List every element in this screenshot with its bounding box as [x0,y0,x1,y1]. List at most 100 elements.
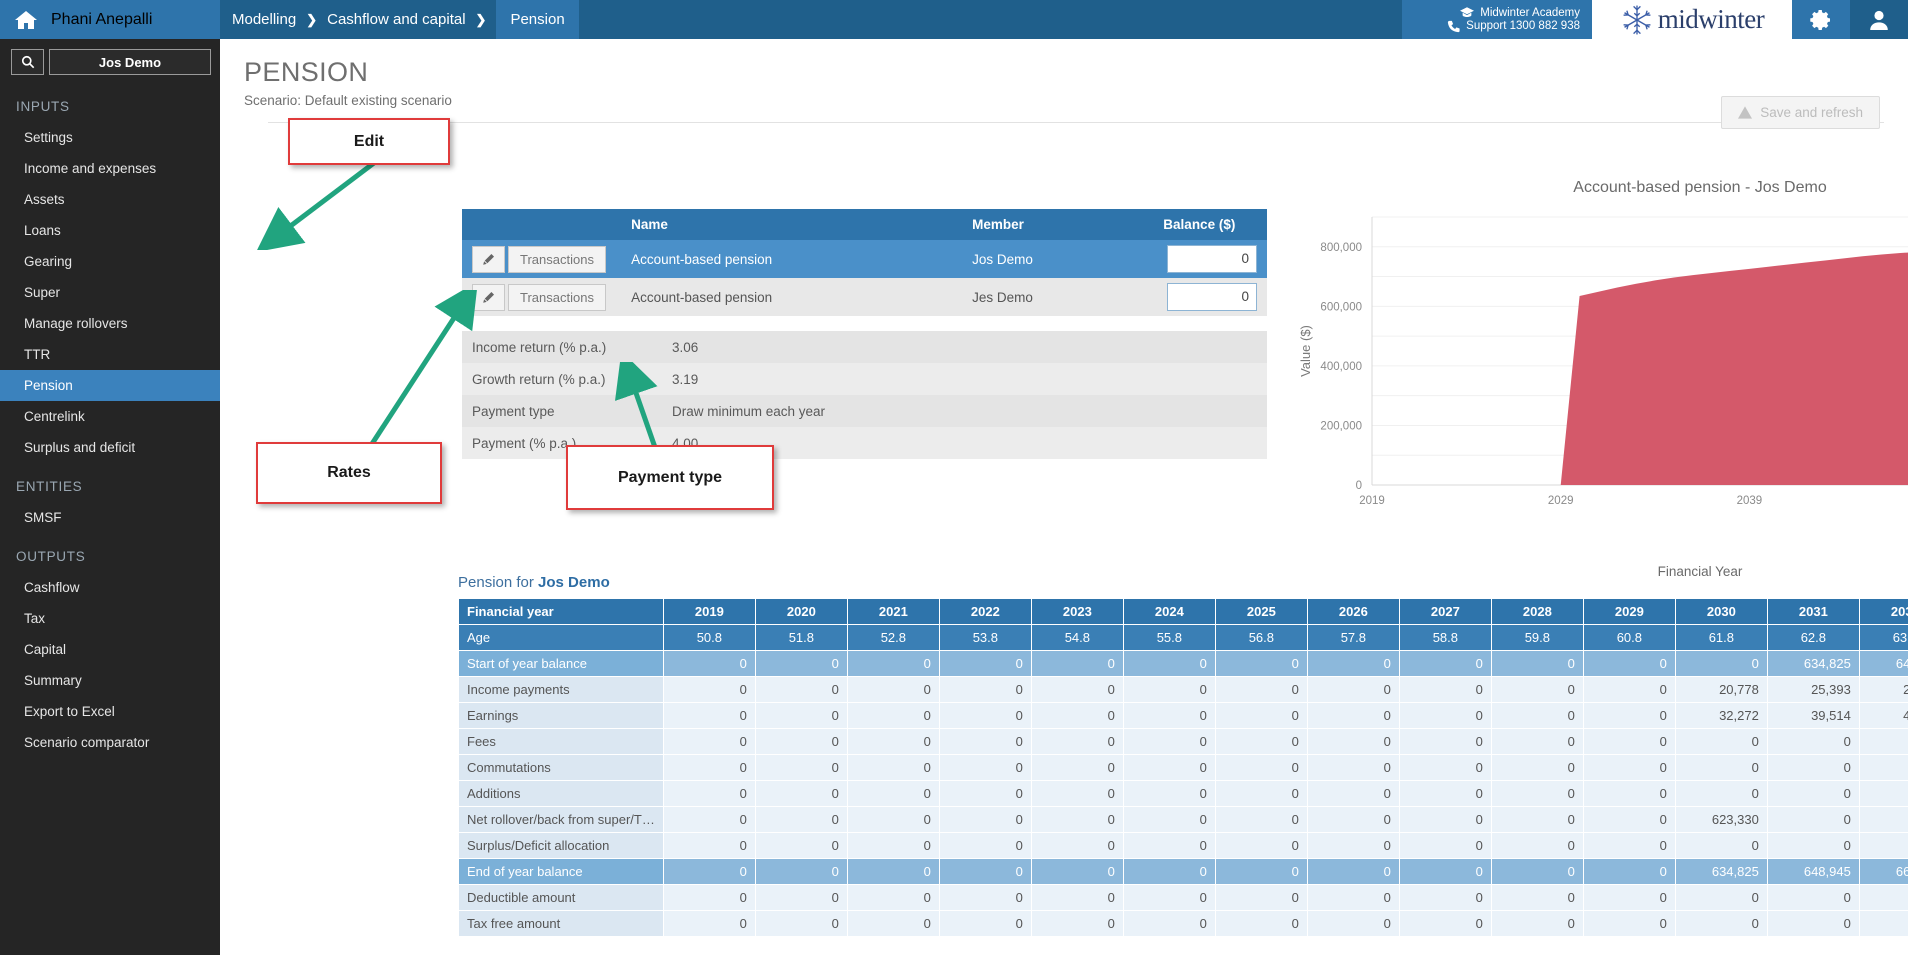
user-account-button[interactable] [1850,0,1908,39]
pension-projection-table: Financial year 2019 2020 2021 2022 2023 2024 20… [458,598,1908,937]
projection-row: Fees00000000000000 [458,728,1908,755]
transactions-button[interactable]: Transactions [508,245,606,273]
balance-input[interactable]: 0 [1167,283,1257,311]
projection-cell: 0 [1030,702,1124,729]
projection-cell: 0 [1674,728,1768,755]
projection-cell: 0 [1122,806,1216,833]
breadcrumb-item-cashflow-and-capital[interactable]: Cashflow and capital [327,11,465,28]
sidebar-item-scenario-comparator[interactable]: Scenario comparator [0,727,220,758]
projection-cell: 0 [1306,858,1400,885]
sidebar-item-export-to-excel[interactable]: Export to Excel [0,696,220,727]
breadcrumb: Modelling ❯ Cashflow and capital ❯ Pensi… [220,0,1402,39]
projection-cell: 0 [1674,754,1768,781]
annotation-label-rates: Rates [256,442,442,504]
projection-row-label: Earnings [458,702,664,729]
snowflake-icon [1623,5,1651,34]
search-icon[interactable] [11,49,44,75]
sidebar-item-surplus-and-deficit[interactable]: Surplus and deficit [0,432,220,463]
breadcrumb-item-pension[interactable]: Pension [496,0,579,39]
sidebar-item-gearing[interactable]: Gearing [0,246,220,277]
detail-value: Draw minimum each year [662,395,1267,427]
sidebar-item-centrelink[interactable]: Centrelink [0,401,220,432]
pencil-edit-icon[interactable] [472,283,505,311]
transactions-button[interactable]: Transactions [508,283,606,311]
pension-row[interactable]: Transactions Account-based pension Jes Dem… [462,278,1267,316]
projection-cell: 0 [1858,780,1908,807]
sidebar-item-settings[interactable]: Settings [0,122,220,153]
pension-row[interactable]: Transactions Account-based pension Jos Dem… [462,240,1267,278]
logo-wordmark: midwinter [1657,4,1765,34]
sidebar-item-summary[interactable]: Summary [0,665,220,696]
sidebar-item-assets[interactable]: Assets [0,184,220,215]
projection-cell: 0 [1766,910,1860,937]
projection-cell: 54.8 [1030,624,1124,651]
midwinter-academy-link[interactable]: Midwinter Academy [1460,7,1580,19]
projection-cell: 25,393 [1766,676,1860,703]
projection-cell: 0 [846,910,940,937]
projection-cell: 0 [1858,884,1908,911]
projection-cell: 0 [662,676,756,703]
projection-cell: 0 [938,806,1032,833]
projection-cell: 0 [1122,858,1216,885]
sidebar-item-ttr[interactable]: TTR [0,339,220,370]
chevron-right-icon: ❯ [475,11,487,27]
projection-cell: 0 [1398,780,1492,807]
projection-cell: 0 [1214,728,1308,755]
projection-cell: 53.8 [938,624,1032,651]
projection-cell: 0 [1030,728,1124,755]
sidebar-item-smsf[interactable]: SMSF [0,502,220,533]
projection-cell: 0 [1214,832,1308,859]
projection-cell: 0 [754,806,848,833]
projection-cell: 0 [1858,806,1908,833]
sidebar: Jos Demo INPUTS Settings Income and expens… [0,39,220,955]
sidebar-item-capital[interactable]: Capital [0,634,220,665]
projection-cell: 0 [1030,832,1124,859]
projection-row: Start of year balance 0 0 0 0 0 0 0 0 0 0 0 0 634,825… [458,650,1908,677]
client-selector[interactable]: Jos Demo [49,49,211,75]
projection-cell: 0 [1306,676,1400,703]
projection-cell: 0 [1582,858,1676,885]
sidebar-item-loans[interactable]: Loans [0,215,220,246]
projection-cell: 0 [1398,806,1492,833]
pencil-edit-icon[interactable] [472,245,505,273]
sidebar-item-income-and-expenses[interactable]: Income and expenses [0,153,220,184]
home-icon[interactable] [14,9,38,31]
projection-cell: 56.8 [1214,624,1308,651]
projection-cell: 0 [1490,676,1584,703]
projection-cell: 0 [1306,650,1400,677]
balance-input[interactable]: 0 [1167,245,1257,273]
column-header-year: 2031 [1766,598,1860,625]
sidebar-item-tax[interactable]: Tax [0,603,220,634]
column-header-year: 2025 [1214,598,1308,625]
settings-button[interactable] [1792,0,1850,39]
column-header-year: 2020 [754,598,848,625]
chart-title: Account-based pension - Jos Demo [1573,179,1827,196]
save-and-refresh-button[interactable]: Save and refresh [1721,96,1880,129]
projection-row: Age 50.8 51.8 52.8 53.8 54.8 55.8 56.8 57.8 58.8 5… [458,624,1908,651]
projection-cell: 0 [1306,702,1400,729]
breadcrumb-item-modelling[interactable]: Modelling [232,11,296,28]
support-phone[interactable]: Support 1300 882 938 [1447,20,1580,33]
sidebar-item-super[interactable]: Super [0,277,220,308]
projection-cell: 25,958 [1858,676,1908,703]
projection-cell: 20,778 [1674,676,1768,703]
brand-block[interactable]: Phani Anepalli [0,0,220,39]
projection-cell: 663,380 [1858,858,1908,885]
main-content: PENSION Scenario: Default existing scena… [220,39,1908,955]
academy-label: Midwinter Academy [1480,6,1580,19]
sidebar-search-row: Jos Demo [0,39,220,83]
pension-member-cell: Jes Demo [962,278,1154,316]
midwinter-logo[interactable]: midwinter [1592,0,1792,39]
projection-cell: 0 [1674,884,1768,911]
chart-x-tick-label: 2029 [1548,495,1574,507]
graduation-cap-icon [1460,7,1475,18]
scenario-label: Scenario: Default existing scenario [244,93,452,108]
sidebar-item-cashflow[interactable]: Cashflow [0,572,220,603]
sidebar-item-manage-rollovers[interactable]: Manage rollovers [0,308,220,339]
caption-prefix: Pension for [458,574,539,591]
projection-cell: 0 [754,780,848,807]
projection-cell: 0 [1122,754,1216,781]
column-header-year: 2022 [938,598,1032,625]
detail-label: Payment type [462,395,662,427]
sidebar-item-pension[interactable]: Pension [0,370,220,401]
